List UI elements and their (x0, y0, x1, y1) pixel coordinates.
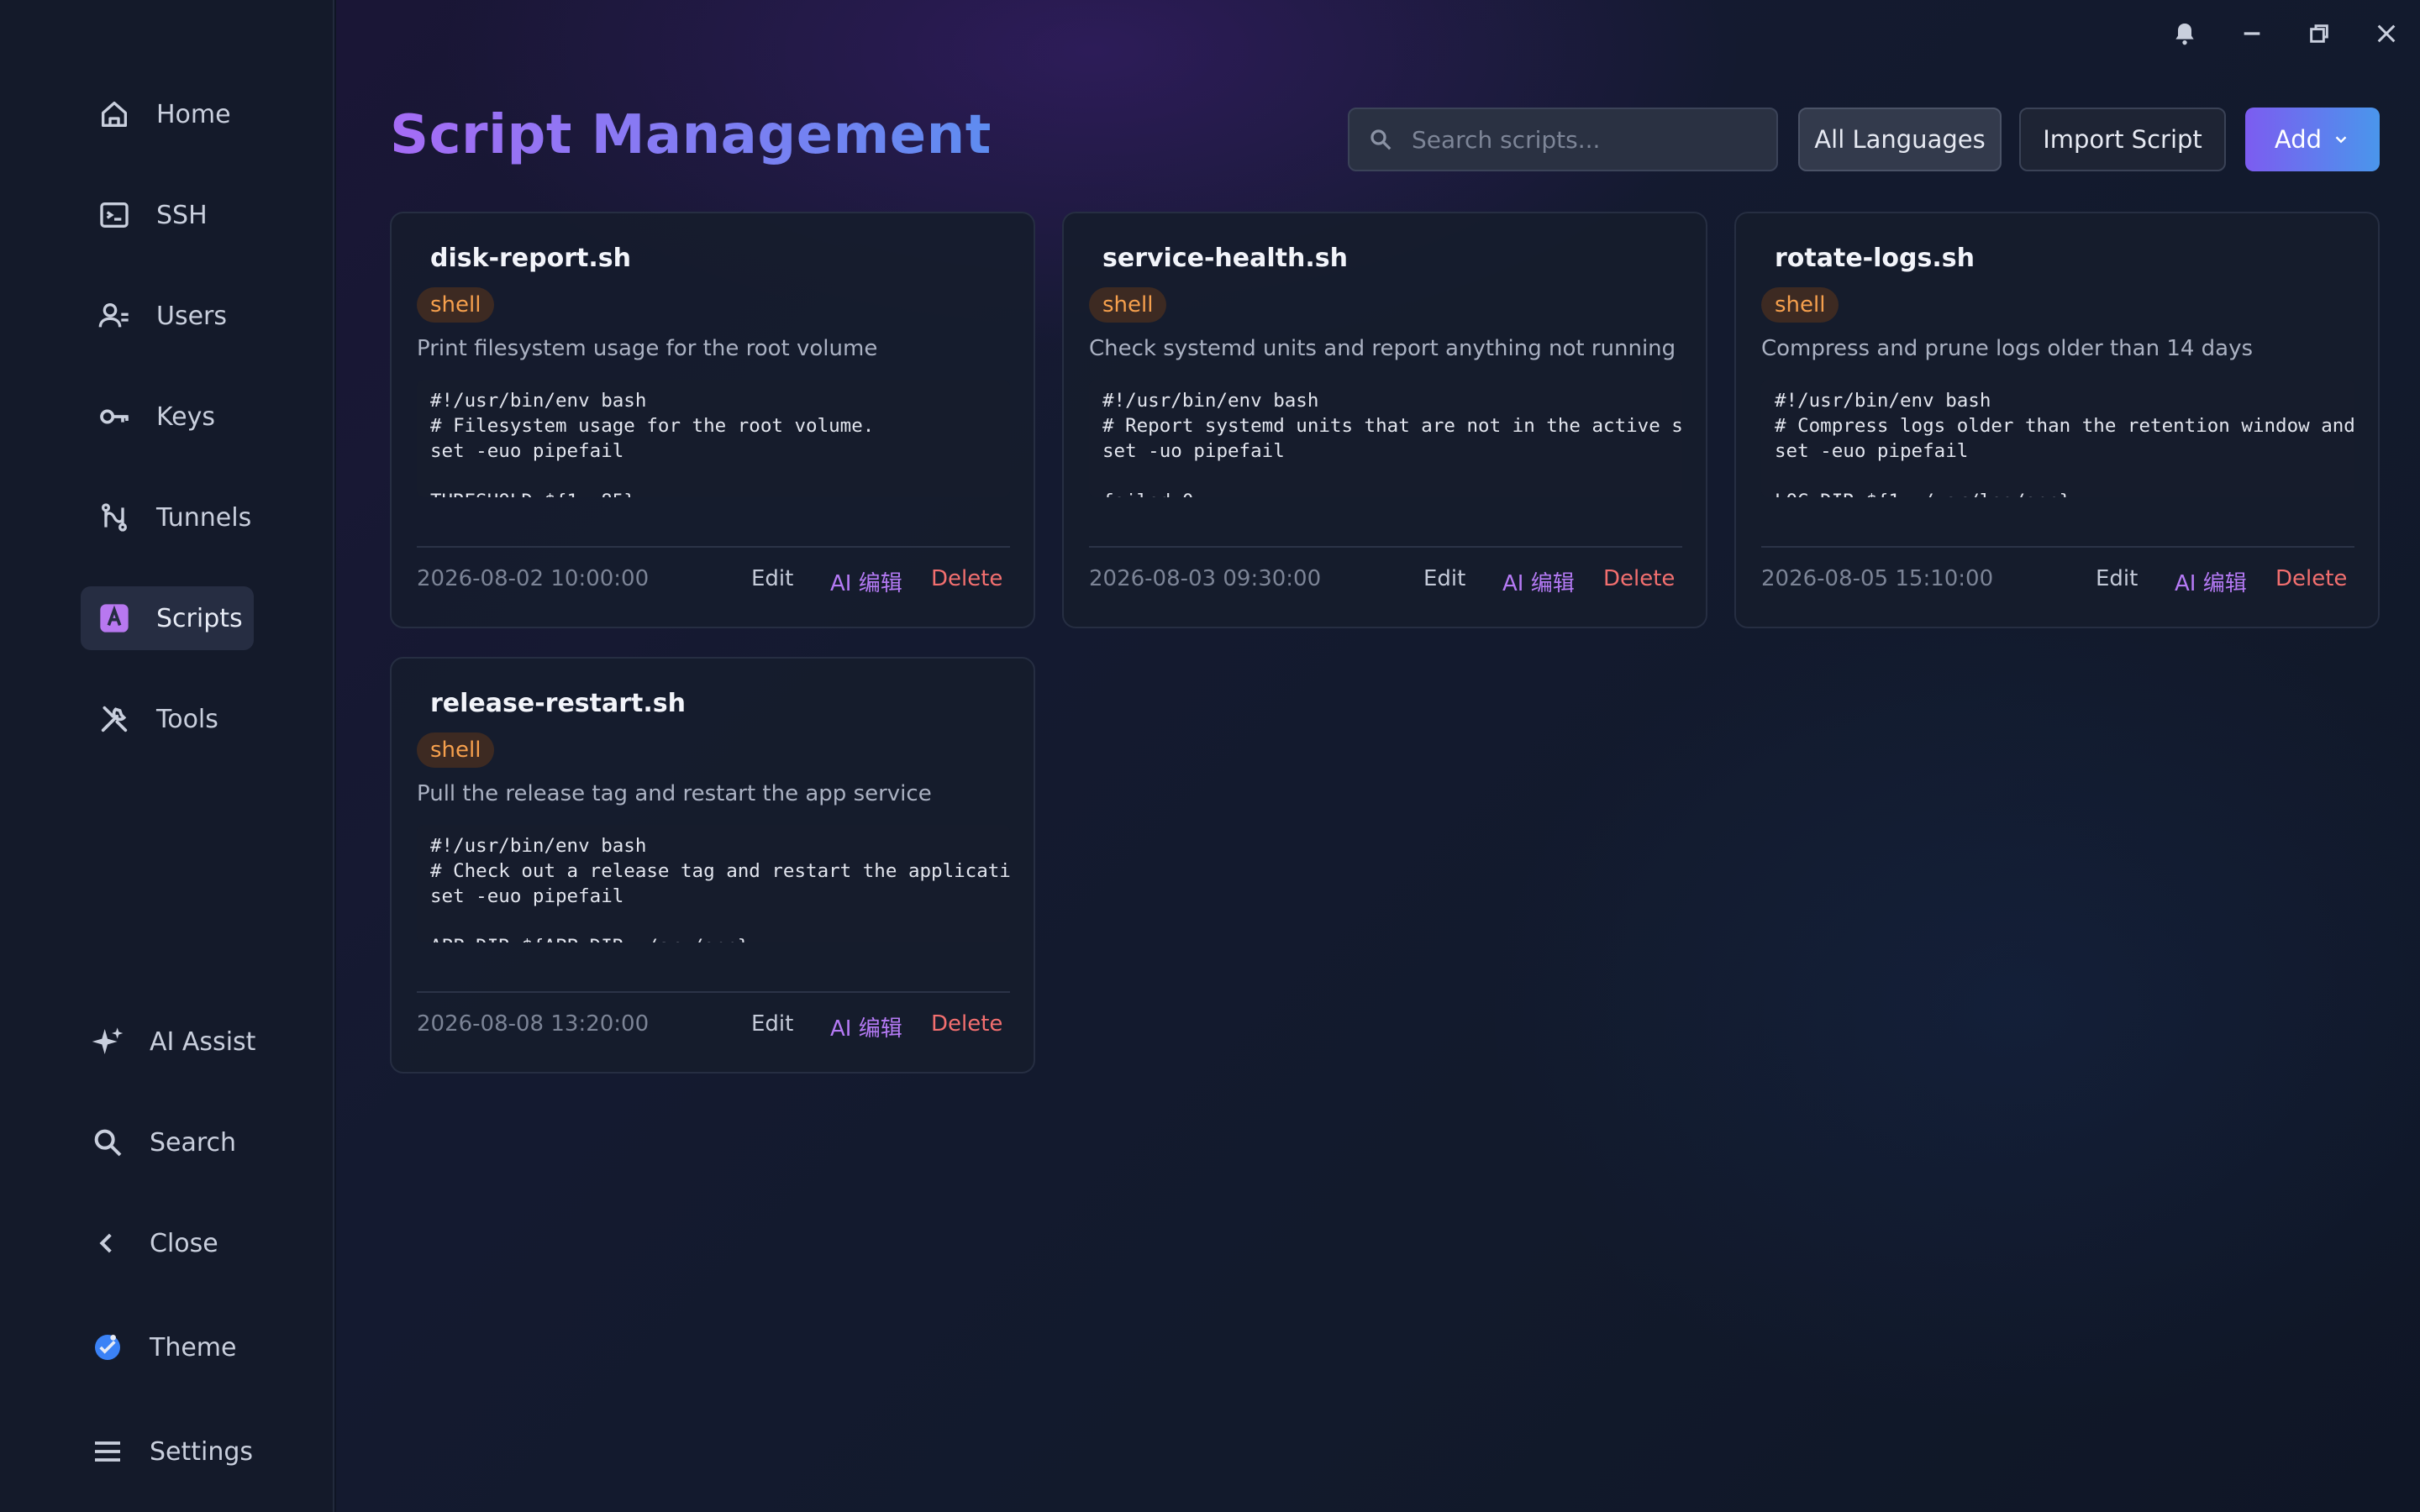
sidebar-item-label: Theme (150, 1332, 237, 1362)
script-description: Pull the release tag and restart the app… (417, 781, 932, 806)
app-window: Home SSH Users Keys Tunnels Scripts Tool… (0, 0, 2420, 1512)
delete-button[interactable]: Delete (931, 1011, 1002, 1037)
code-preview: #!/usr/bin/env bash # Filesystem usage f… (417, 380, 1010, 497)
script-date: 2026-08-05 15:10:00 (1761, 566, 1994, 591)
sidebar-item-tunnels[interactable]: Tunnels (81, 486, 266, 549)
script-card[interactable]: service-health.sh shell Check systemd un… (1062, 212, 1707, 628)
home-icon (96, 96, 133, 133)
language-filter-button[interactable]: All Languages (1798, 108, 2002, 171)
language-tag: shell (1761, 287, 1839, 323)
sidebar-item-settings[interactable]: Settings (77, 1420, 279, 1483)
key-icon (96, 398, 133, 435)
divider (1089, 546, 1682, 548)
script-description: Print filesystem usage for the root volu… (417, 336, 878, 361)
search-input[interactable] (1410, 124, 1766, 155)
divider (417, 546, 1010, 548)
sidebar-item-scripts[interactable]: Scripts (81, 586, 254, 650)
main-panel: Script Management All Languages Import S… (336, 0, 2420, 1512)
language-tag: shell (1089, 287, 1167, 323)
tunnel-icon (96, 499, 133, 536)
sidebar-item-search[interactable]: Search (77, 1110, 279, 1174)
ai-edit-button[interactable]: AI 编辑 (830, 566, 902, 597)
sidebar-item-ssh[interactable]: SSH (81, 183, 245, 247)
sidebar-item-label: Close (150, 1228, 218, 1258)
sidebar-item-close[interactable]: Close (77, 1211, 279, 1275)
code-text: #!/usr/bin/env bash # Filesystem usage f… (430, 390, 875, 497)
sidebar-item-theme[interactable]: Theme (77, 1315, 279, 1379)
edit-button[interactable]: Edit (1423, 566, 1465, 591)
edit-button[interactable]: Edit (751, 1011, 793, 1037)
import-script-button[interactable]: Import Script (2019, 108, 2226, 171)
tools-icon (96, 701, 133, 738)
delete-button[interactable]: Delete (931, 566, 1002, 591)
sidebar-item-ai-assist[interactable]: AI Assist (77, 1010, 279, 1074)
ai-edit-button[interactable]: AI 编辑 (830, 1011, 902, 1042)
code-text: #!/usr/bin/env bash # Compress logs olde… (1775, 390, 2354, 497)
chevron-left-icon (89, 1225, 126, 1262)
script-description: Compress and prune logs older than 14 da… (1761, 336, 2254, 361)
bell-icon[interactable] (2168, 17, 2202, 50)
edit-button[interactable]: Edit (2096, 566, 2138, 591)
delete-button[interactable]: Delete (1603, 566, 1675, 591)
chevron-down-icon (2335, 136, 2347, 144)
theme-icon (89, 1329, 126, 1366)
sidebar-item-label: Tunnels (156, 502, 252, 533)
language-tag: shell (417, 732, 495, 768)
add-button-label: Add (2274, 125, 2323, 154)
sidebar-item-label: Tools (156, 704, 218, 734)
add-button[interactable]: Add (2245, 108, 2380, 171)
script-name: disk-report.sh (430, 244, 631, 273)
close-icon[interactable] (2370, 17, 2403, 50)
sidebar-item-label: SSH (156, 200, 208, 230)
scripts-icon (96, 600, 133, 637)
script-card[interactable]: rotate-logs.sh shell Compress and prune … (1734, 212, 2380, 628)
sidebar-item-users[interactable]: Users (81, 284, 245, 348)
search-box[interactable] (1348, 108, 1778, 171)
delete-button[interactable]: Delete (2275, 566, 2347, 591)
script-name: rotate-logs.sh (1775, 244, 1975, 273)
sidebar-item-label: Search (150, 1127, 237, 1158)
script-card[interactable]: disk-report.sh shell Print filesystem us… (390, 212, 1035, 628)
sidebar-item-home[interactable]: Home (81, 82, 245, 146)
code-preview: #!/usr/bin/env bash # Check out a releas… (417, 825, 1010, 942)
sidebar-item-label: Scripts (156, 603, 243, 633)
sidebar-item-label: Settings (150, 1436, 254, 1467)
script-description: Check systemd units and report anything … (1089, 336, 1676, 361)
sidebar: Home SSH Users Keys Tunnels Scripts Tool… (0, 0, 334, 1512)
sparkle-icon (89, 1023, 126, 1060)
script-date: 2026-08-03 09:30:00 (1089, 566, 1322, 591)
script-card[interactable]: release-restart.sh shell Pull the releas… (390, 657, 1035, 1074)
script-date: 2026-08-08 13:20:00 (417, 1011, 650, 1037)
search-icon (1370, 129, 1392, 150)
sidebar-item-label: Keys (156, 402, 216, 432)
code-preview: #!/usr/bin/env bash # Report systemd uni… (1089, 380, 1682, 497)
search-icon (89, 1124, 126, 1161)
terminal-icon (96, 197, 133, 234)
menu-icon (89, 1433, 126, 1470)
script-date: 2026-08-02 10:00:00 (417, 566, 650, 591)
ai-edit-button[interactable]: AI 编辑 (1502, 566, 1575, 597)
users-icon (96, 297, 133, 334)
sidebar-item-tools[interactable]: Tools (81, 687, 245, 751)
code-text: #!/usr/bin/env bash # Check out a releas… (430, 835, 1010, 942)
page-title: Script Management (390, 104, 992, 166)
restore-icon[interactable] (2302, 17, 2336, 50)
script-name: release-restart.sh (430, 689, 686, 718)
divider (417, 991, 1010, 993)
code-text: #!/usr/bin/env bash # Report systemd uni… (1102, 390, 1682, 497)
code-preview: #!/usr/bin/env bash # Compress logs olde… (1761, 380, 2354, 497)
divider (1761, 546, 2354, 548)
sidebar-item-label: Home (156, 99, 231, 129)
sidebar-item-label: Users (156, 301, 228, 331)
sidebar-item-keys[interactable]: Keys (81, 385, 245, 449)
script-name: service-health.sh (1102, 244, 1348, 273)
language-tag: shell (417, 287, 495, 323)
sidebar-item-label: AI Assist (150, 1026, 256, 1057)
ai-edit-button[interactable]: AI 编辑 (2175, 566, 2247, 597)
edit-button[interactable]: Edit (751, 566, 793, 591)
minimize-icon[interactable] (2235, 17, 2269, 50)
